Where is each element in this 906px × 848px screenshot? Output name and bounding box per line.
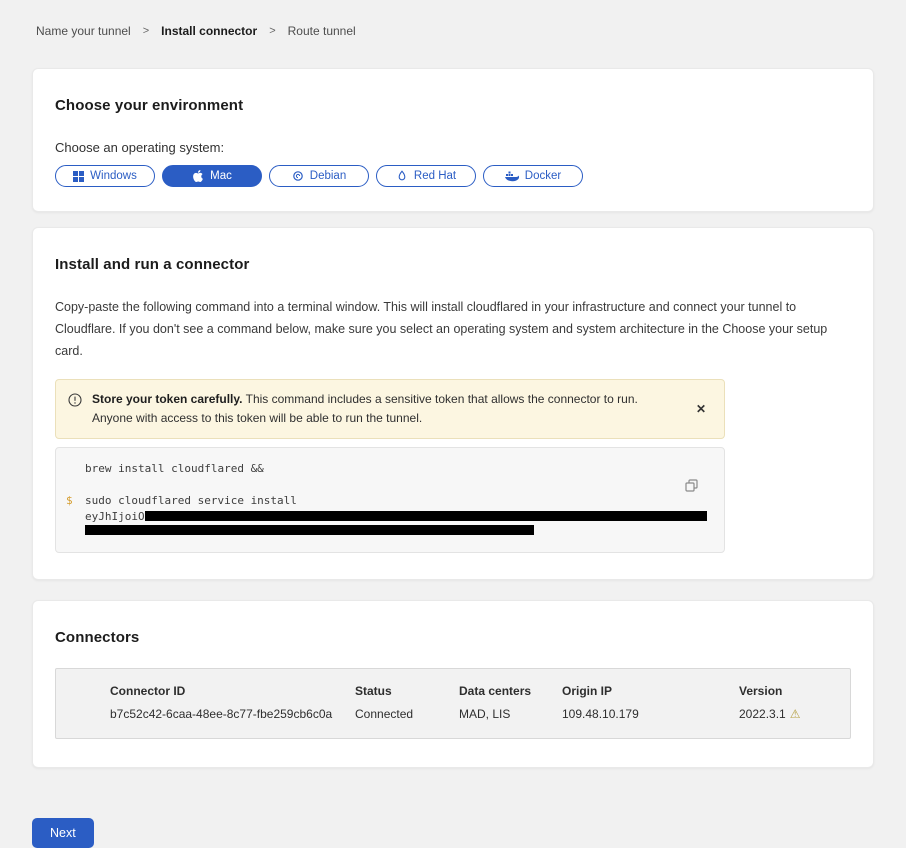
alert-circle-icon [68, 393, 82, 412]
column-status: Status Connected [355, 684, 459, 721]
token-line: eyJhIjoiO [56, 509, 724, 524]
data-centers-value: MAD, LIS [459, 707, 562, 721]
os-button-mac[interactable]: Mac [162, 165, 262, 187]
install-card: Install and run a connector Copy-paste t… [32, 227, 874, 580]
breadcrumb-step-name-your-tunnel[interactable]: Name your tunnel [36, 24, 131, 38]
column-header: Status [355, 684, 459, 698]
breadcrumb-step-install-connector[interactable]: Install connector [161, 24, 257, 38]
redhat-icon [396, 170, 408, 182]
os-button-group: Windows Mac Debian Red Hat [55, 165, 851, 187]
os-button-label: Mac [210, 170, 232, 182]
connector-id-value: b7c52c42-6caa-48ee-8c77-fbe259cb6c0a [110, 707, 355, 721]
os-button-redhat[interactable]: Red Hat [376, 165, 476, 187]
column-origin-ip: Origin IP 109.48.10.179 [562, 684, 739, 721]
token-prefix: eyJhIjoiO [85, 509, 145, 524]
column-version: Version 2022.3.1 ⚠ [739, 684, 840, 721]
column-header: Version [739, 684, 840, 698]
connectors-card: Connectors Connector ID b7c52c42-6caa-48… [32, 600, 874, 768]
column-connector-id: Connector ID b7c52c42-6caa-48ee-8c77-fbe… [110, 684, 355, 721]
os-button-docker[interactable]: Docker [483, 165, 583, 187]
docker-icon [505, 171, 519, 182]
os-button-label: Docker [525, 170, 561, 182]
os-button-label: Windows [90, 170, 137, 182]
os-select-label: Choose an operating system: [55, 140, 851, 155]
connectors-card-title: Connectors [55, 629, 851, 646]
token-warning-bold: Store your token carefully. [92, 392, 243, 406]
status-badge: Connected [355, 707, 459, 721]
redacted-token-bar [145, 511, 707, 521]
token-warning-banner: Store your token carefully. This command… [55, 379, 725, 439]
apple-icon [192, 170, 204, 182]
version-number: 2022.3.1 [739, 707, 786, 721]
os-button-debian[interactable]: Debian [269, 165, 369, 187]
redacted-token-bar [85, 525, 534, 535]
breadcrumb-separator: > [269, 25, 275, 37]
command-line-2: sudo cloudflared service install [56, 493, 724, 508]
copy-icon[interactable] [683, 477, 700, 497]
os-button-label: Red Hat [414, 170, 456, 182]
command-line-1: brew install cloudflared && [56, 461, 724, 476]
column-header: Connector ID [110, 684, 355, 698]
origin-ip-value: 109.48.10.179 [562, 707, 739, 721]
breadcrumb-separator: > [143, 25, 149, 37]
debian-icon [292, 170, 304, 182]
column-header: Origin IP [562, 684, 739, 698]
install-description: Copy-paste the following command into a … [55, 297, 851, 363]
tunnel-setup-page: Name your tunnel > Install connector > R… [0, 0, 906, 848]
environment-card: Choose your environment Choose an operat… [32, 68, 874, 212]
shell-prompt: $ [66, 493, 73, 508]
version-warning-icon: ⚠ [790, 707, 801, 721]
windows-icon [73, 171, 84, 182]
column-data-centers: Data centers MAD, LIS [459, 684, 562, 721]
environment-card-title: Choose your environment [55, 97, 851, 114]
connectors-table: Connector ID b7c52c42-6caa-48ee-8c77-fbe… [55, 668, 851, 739]
breadcrumb-step-route-tunnel[interactable]: Route tunnel [288, 24, 356, 38]
token-warning-text: Store your token carefully. This command… [92, 390, 672, 428]
close-icon[interactable]: ✕ [690, 400, 712, 418]
breadcrumb: Name your tunnel > Install connector > R… [32, 0, 874, 68]
install-command-block: brew install cloudflared && $ sudo cloud… [55, 447, 725, 553]
os-button-windows[interactable]: Windows [55, 165, 155, 187]
next-button[interactable]: Next [32, 818, 94, 848]
os-button-label: Debian [310, 170, 346, 182]
column-header: Data centers [459, 684, 562, 698]
install-card-title: Install and run a connector [55, 256, 851, 273]
version-value: 2022.3.1 ⚠ [739, 707, 840, 721]
